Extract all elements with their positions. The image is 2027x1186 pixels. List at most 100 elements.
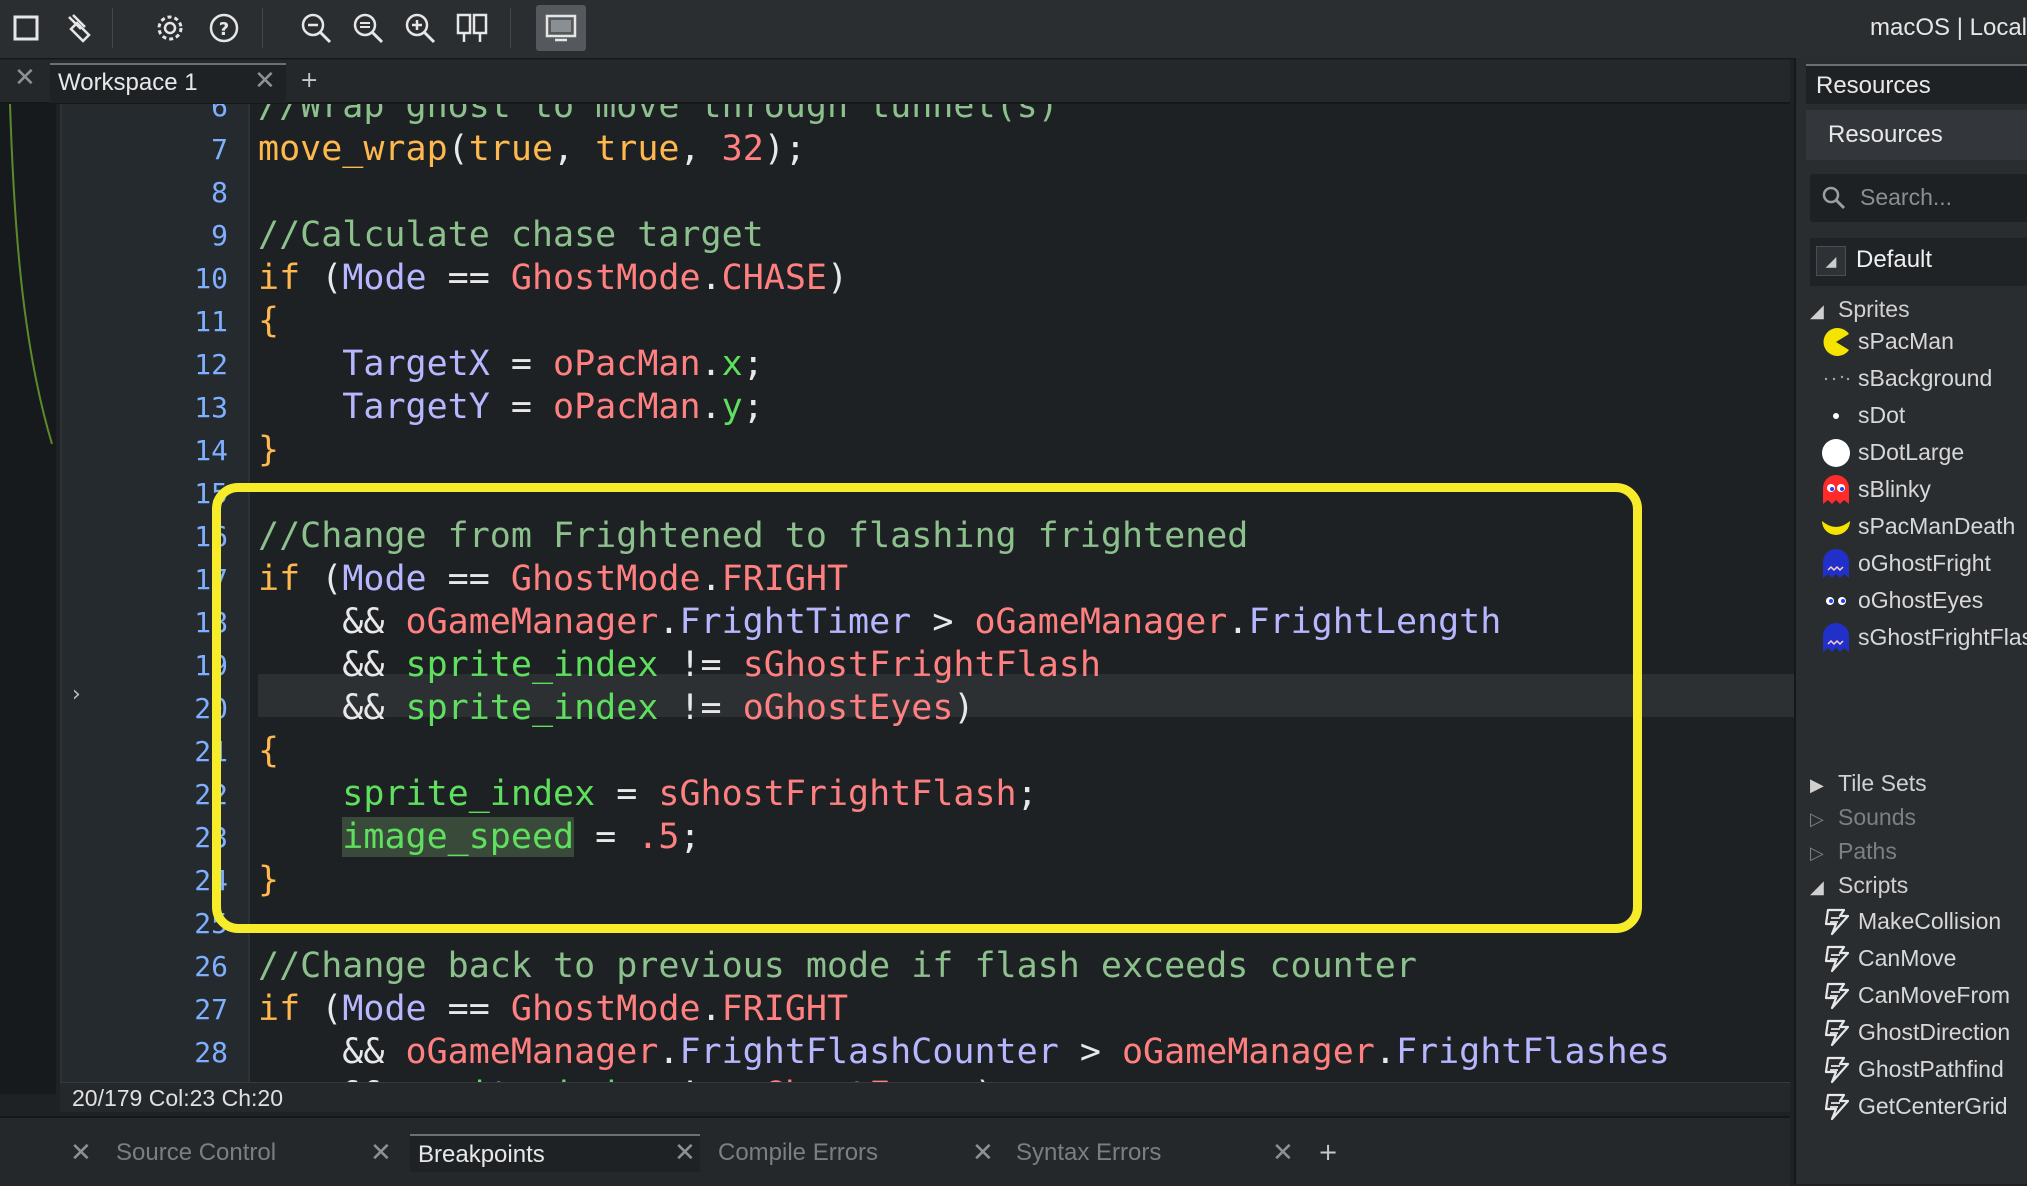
script-icon — [1820, 1091, 1852, 1123]
new-icon[interactable] — [6, 8, 46, 48]
tree-group-sprites[interactable]: ◢ Sprites — [1810, 296, 1910, 323]
zoom-out-icon[interactable] — [296, 8, 336, 48]
code-token: . — [658, 1032, 680, 1072]
resource-search-input[interactable]: Search... — [1810, 174, 2027, 222]
workspace-canvas-strip[interactable] — [0, 103, 56, 1094]
code-token: . — [700, 387, 722, 427]
code-token: , — [553, 129, 596, 169]
line-number[interactable]: 29 — [78, 1074, 248, 1082]
collapsed-triangle-icon: ▷ — [1810, 809, 1824, 830]
resources-panel: Resources Resources Search... ◢ Default … — [1794, 58, 2027, 1184]
code-line[interactable]: } — [258, 429, 279, 472]
close-icon[interactable]: ✕ — [1272, 1138, 1294, 1168]
tab-source-control[interactable]: Source Control — [112, 1134, 366, 1172]
resources-header: Resources — [1806, 110, 2027, 160]
code-line[interactable]: if (Mode == GhostMode.FRIGHT — [258, 988, 848, 1031]
close-icon[interactable]: ✕ — [254, 66, 276, 96]
code-line[interactable]: TargetX = oPacMan.x; — [258, 343, 764, 386]
code-line[interactable]: && oGameManager.FrightFlashCounter > oGa… — [258, 1031, 1670, 1074]
tab-compile-errors[interactable]: Compile Errors — [714, 1134, 968, 1172]
filter-icon: ◢ — [1816, 246, 1846, 276]
help-icon[interactable]: ? — [204, 8, 244, 48]
tab-breakpoints[interactable]: Breakpoints — [410, 1134, 700, 1172]
line-number[interactable]: 9 — [78, 214, 248, 257]
toolbar-separator — [510, 8, 511, 48]
code-token: && — [258, 1032, 406, 1072]
code-line[interactable]: TargetY = oPacMan.y; — [258, 386, 763, 429]
dot-sprite-icon — [1820, 400, 1852, 432]
default-filter[interactable]: ◢ Default — [1810, 238, 2027, 286]
line-number[interactable]: 26 — [78, 945, 248, 988]
settings-icon[interactable] — [150, 8, 190, 48]
tab-resources[interactable]: Resources — [1806, 64, 2027, 104]
sprite-label: sBlinky — [1858, 476, 1931, 502]
tree-group-tile-sets[interactable]: ▶ Tile Sets — [1810, 770, 1927, 797]
code-token: oGhostEyes — [743, 1075, 954, 1082]
code-line[interactable]: //Change back to previous mode if flash … — [258, 945, 1417, 988]
line-number[interactable]: 14 — [78, 429, 248, 472]
group-label: Scripts — [1838, 872, 1909, 898]
tree-group-paths[interactable]: ▷ Paths — [1810, 838, 1897, 865]
group-label: Tile Sets — [1838, 770, 1927, 796]
line-number[interactable]: 7 — [78, 128, 248, 171]
search-icon — [1822, 186, 1846, 210]
red-ghost-sprite-icon — [1820, 474, 1852, 506]
code-token: move_wrap — [258, 129, 448, 169]
code-line[interactable]: if (Mode == GhostMode.CHASE) — [258, 257, 848, 300]
line-number[interactable]: 11 — [78, 300, 248, 343]
toolbar-separator — [262, 8, 263, 48]
workspace-tabstrip: ✕ Workspace 1 ✕ + — [0, 60, 1790, 104]
code-line[interactable]: { — [258, 300, 279, 343]
code-token: ; — [742, 344, 764, 384]
sprite-label: sBackground — [1858, 365, 1993, 391]
code-token: //Wrap ghost to move through tunnel(s) — [258, 104, 1059, 126]
line-number[interactable]: 8 — [78, 171, 248, 214]
large-dot-sprite-icon — [1820, 437, 1852, 469]
close-icon[interactable]: ✕ — [674, 1138, 696, 1168]
tree-group-scripts[interactable]: ◢ Scripts — [1810, 872, 1908, 899]
monitor-icon[interactable] — [536, 5, 586, 51]
code-token: . — [700, 989, 722, 1029]
line-number[interactable]: 13 — [78, 386, 248, 429]
line-number[interactable]: 27 — [78, 988, 248, 1031]
close-icon[interactable]: ✕ — [70, 1138, 92, 1168]
code-token: if — [258, 258, 301, 298]
gamepad-icon[interactable] — [452, 8, 492, 48]
line-number[interactable]: 10 — [78, 257, 248, 300]
zoom-reset-icon[interactable] — [348, 8, 388, 48]
line-number[interactable]: 28 — [78, 1031, 248, 1074]
code-line[interactable]: //Wrap ghost to move through tunnel(s) — [258, 104, 1059, 128]
add-tab-icon[interactable]: + — [300, 68, 318, 93]
script-label: GetCenterGrid — [1858, 1093, 2008, 1119]
code-token: ( — [447, 129, 469, 169]
collapsed-triangle-icon: ▶ — [1810, 775, 1824, 796]
svg-text:?: ? — [219, 19, 229, 40]
code-token: CHASE — [721, 258, 827, 298]
close-icon[interactable]: ✕ — [972, 1138, 994, 1168]
group-label: Sprites — [1838, 296, 1910, 322]
clean-icon[interactable] — [58, 8, 98, 48]
line-number[interactable]: 6 — [78, 104, 248, 128]
close-icon[interactable]: ✕ — [370, 1138, 392, 1168]
sprite-label: oGhostEyes — [1858, 587, 1984, 613]
tab-syntax-errors[interactable]: Syntax Errors — [1012, 1134, 1266, 1172]
code-token: true — [468, 129, 554, 169]
script-label: GhostPathfind — [1858, 1056, 2004, 1082]
code-line[interactable]: //Calculate chase target — [258, 214, 764, 257]
background-sprite-icon — [1820, 363, 1852, 395]
code-line[interactable]: move_wrap(true, true, 32); — [258, 128, 806, 171]
code-line[interactable]: && sprite_index != oGhostEyes ) — [258, 1074, 995, 1082]
zoom-in-icon[interactable] — [400, 8, 440, 48]
code-token: . — [700, 344, 722, 384]
expanded-triangle-icon: ◢ — [1810, 877, 1824, 898]
script-icon — [1820, 943, 1852, 975]
flashing-ghost-sprite-icon — [1820, 622, 1852, 654]
close-all-icon[interactable]: ✕ — [14, 63, 36, 93]
code-token: == — [426, 258, 511, 298]
code-token: x — [721, 344, 743, 384]
window-title: macOS | Local — [1870, 14, 2027, 41]
line-number[interactable]: 12 — [78, 343, 248, 386]
tree-group-sounds[interactable]: ▷ Sounds — [1810, 804, 1916, 831]
tab-workspace-1[interactable]: Workspace 1 ✕ — [50, 63, 286, 103]
add-tab-icon[interactable]: + — [1318, 1138, 1338, 1166]
